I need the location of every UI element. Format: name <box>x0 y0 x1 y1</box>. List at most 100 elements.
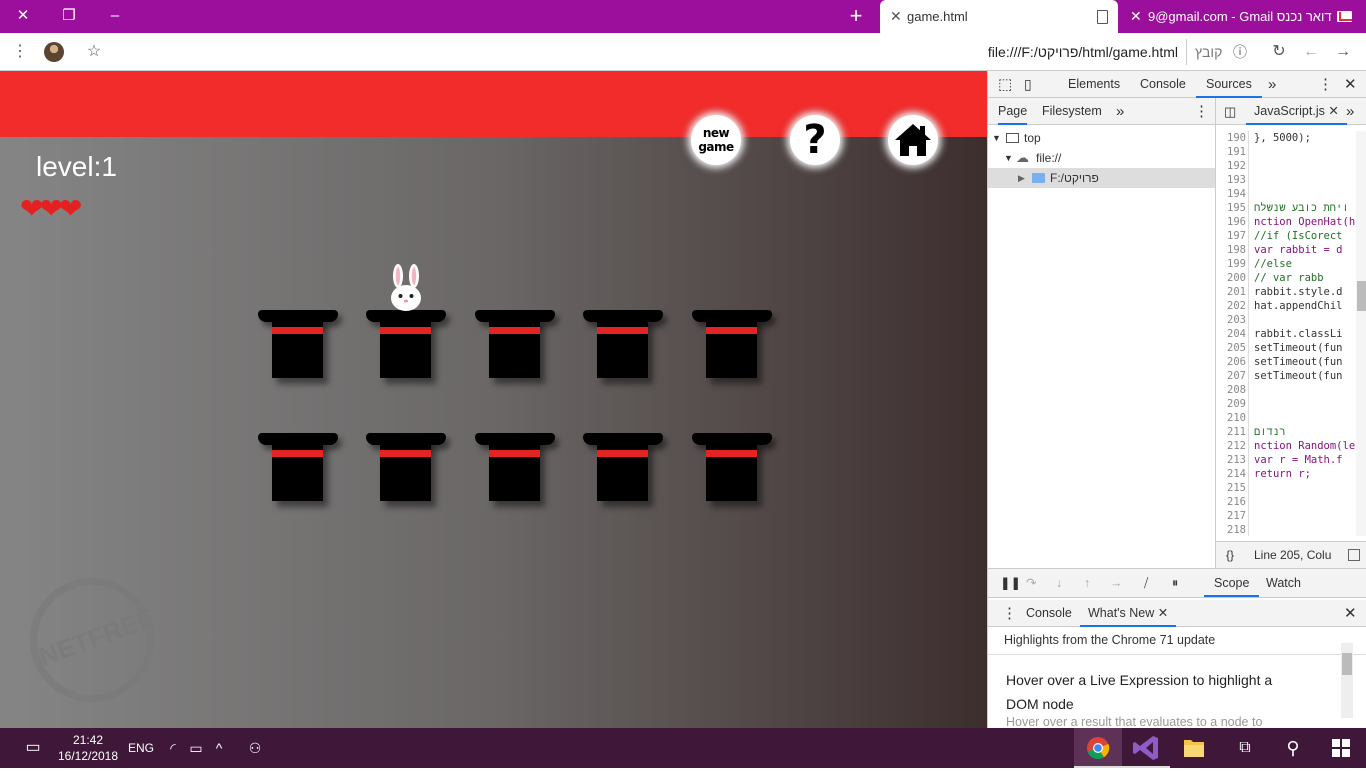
code-line[interactable]: 196 nction OpenHat(h <box>1216 215 1356 229</box>
line-number[interactable]: 209 <box>1216 397 1246 411</box>
line-number[interactable]: 190 <box>1216 131 1246 145</box>
code-line[interactable]: 204 rabbit.classLi <box>1216 327 1356 341</box>
hat[interactable] <box>583 310 663 380</box>
code-line[interactable]: 214 return r; <box>1216 467 1356 481</box>
reload-icon[interactable]: ↻ <box>1266 39 1292 65</box>
code-line[interactable]: 212 nction Random(le <box>1216 439 1356 453</box>
line-number[interactable]: 208 <box>1216 383 1246 397</box>
code-line[interactable]: 190}, 5000); <box>1216 131 1356 145</box>
start-button[interactable] <box>1328 728 1354 768</box>
line-number[interactable]: 205 <box>1216 341 1246 355</box>
line-number[interactable]: 196 <box>1216 215 1246 229</box>
pause-icon[interactable]: ❚❚ <box>1000 570 1021 597</box>
code-line[interactable]: 218 <box>1216 523 1356 536</box>
code-line[interactable]: 216 <box>1216 495 1356 509</box>
task-view-icon[interactable]: ⧉ <box>1232 728 1258 768</box>
code-line[interactable]: 200 // var rabb <box>1216 271 1356 285</box>
address-bar[interactable]: file:///F:/פרויקט/html/game.html <box>830 39 1178 65</box>
code-line[interactable]: 215 <box>1216 481 1356 495</box>
line-number[interactable]: 206 <box>1216 355 1246 369</box>
line-number[interactable]: 203 <box>1216 313 1246 327</box>
tree-item-top[interactable]: ▼ top <box>988 128 1215 148</box>
line-number[interactable]: 198 <box>1216 243 1246 257</box>
hat[interactable] <box>583 433 663 503</box>
star-icon[interactable]: ☆ <box>82 39 106 65</box>
battery-icon[interactable]: ▭ <box>186 728 206 768</box>
code-line[interactable]: 193 <box>1216 173 1356 187</box>
code-line[interactable]: 192 <box>1216 159 1356 173</box>
tab-close-icon[interactable]: ✕ <box>890 0 902 33</box>
tab-page[interactable]: Page <box>998 98 1028 125</box>
more-tabs-icon[interactable]: » <box>1346 98 1354 125</box>
line-number[interactable]: 201 <box>1216 285 1246 299</box>
hat[interactable] <box>475 310 555 380</box>
coverage-icon[interactable] <box>1348 549 1360 561</box>
step-over-icon[interactable]: ↷ <box>1026 570 1036 597</box>
line-number[interactable]: 202 <box>1216 299 1246 313</box>
line-number[interactable]: 218 <box>1216 523 1246 536</box>
pause-on-exceptions-icon[interactable]: ⏸ <box>1172 570 1178 597</box>
tab-close-icon[interactable]: ✕ <box>1130 0 1142 33</box>
line-number[interactable]: 195 <box>1216 201 1246 215</box>
hat[interactable] <box>692 433 772 503</box>
step-out-icon[interactable]: ↑ <box>1084 570 1090 597</box>
hat[interactable] <box>366 433 446 503</box>
close-icon[interactable]: ✕ <box>1328 104 1338 118</box>
code-line[interactable]: 213 var r = Math.f <box>1216 453 1356 467</box>
more-tabs-icon[interactable]: » <box>1268 71 1276 98</box>
home-button[interactable] <box>888 115 938 165</box>
code-line[interactable]: 197 //if (IsCorect <box>1216 229 1356 243</box>
close-drawer-icon[interactable]: ✕ <box>1344 600 1357 627</box>
inspect-icon[interactable]: ⬚ <box>998 71 1012 98</box>
code-line[interactable]: 199 //else <box>1216 257 1356 271</box>
search-icon[interactable]: ⚲ <box>1280 728 1306 768</box>
code-line[interactable]: 194 <box>1216 187 1356 201</box>
line-number[interactable]: 212 <box>1216 439 1246 453</box>
code-line[interactable]: 207 setTimeout(fun <box>1216 369 1356 383</box>
window-restore-button[interactable]: ❐ <box>46 0 92 33</box>
code-line[interactable]: 202 hat.appendChil <box>1216 299 1356 313</box>
tab-gmail[interactable]: ✕ 9@gmail.com - Gmail דואר נכנס <box>1122 0 1366 33</box>
line-number[interactable]: 193 <box>1216 173 1246 187</box>
step-into-icon[interactable]: ↓ <box>1056 570 1062 597</box>
line-number[interactable]: 200 <box>1216 271 1246 285</box>
line-number[interactable]: 213 <box>1216 453 1246 467</box>
tab-filesystem[interactable]: Filesystem <box>1042 98 1102 125</box>
help-button[interactable]: ? <box>790 115 840 165</box>
tree-item-folder[interactable]: ▶ F:/פרויקט <box>988 168 1215 188</box>
clock[interactable]: 21:42 16/12/2018 <box>56 728 120 768</box>
kebab-menu-icon[interactable]: ⋮ <box>1002 600 1017 627</box>
file-explorer-taskbar-button[interactable] <box>1170 728 1218 768</box>
kebab-menu-icon[interactable]: ⋮ <box>1194 98 1209 125</box>
line-number[interactable]: 194 <box>1216 187 1246 201</box>
chevron-up-icon[interactable]: ^ <box>210 728 228 768</box>
new-tab-button[interactable]: + <box>842 5 870 29</box>
tab-whats-new[interactable]: What's New ✕ <box>1080 600 1177 627</box>
code-line[interactable]: 198 var rabbit = d <box>1216 243 1356 257</box>
hat[interactable] <box>475 433 555 503</box>
drawer-scrollbar[interactable] <box>1341 643 1353 718</box>
tab-game[interactable]: ✕ game.html <box>880 0 1118 33</box>
line-number[interactable]: 215 <box>1216 481 1246 495</box>
close-devtools-icon[interactable]: ✕ <box>1344 71 1357 98</box>
window-close-button[interactable]: ✕ <box>0 0 46 33</box>
tab-scope[interactable]: Scope <box>1204 570 1260 597</box>
visual-studio-taskbar-button[interactable] <box>1122 728 1170 768</box>
line-number[interactable]: 192 <box>1216 159 1246 173</box>
line-number[interactable]: 199 <box>1216 257 1246 271</box>
editor-tab-javascript[interactable]: JavaScript.js ✕ <box>1246 98 1347 125</box>
code-line[interactable]: 210 <box>1216 411 1356 425</box>
tab-drawer-console[interactable]: Console <box>1026 600 1072 627</box>
code-line[interactable]: 195 ויחת כובע שנשלח <box>1216 201 1356 215</box>
tab-elements[interactable]: Elements <box>1068 71 1120 98</box>
info-icon[interactable]: ⓘ <box>1228 39 1252 65</box>
toggle-navigator-icon[interactable]: ◫ <box>1224 98 1236 125</box>
tree-item-file[interactable]: ▼ ☁ file:// <box>988 148 1215 168</box>
window-minimize-button[interactable]: – <box>92 0 138 33</box>
tab-console[interactable]: Console <box>1140 71 1186 98</box>
code-line[interactable]: 206 setTimeout(fun <box>1216 355 1356 369</box>
code-line[interactable]: 208 <box>1216 383 1356 397</box>
kebab-menu-icon[interactable]: ⋮ <box>1318 71 1333 98</box>
vertical-scrollbar[interactable] <box>1356 131 1366 536</box>
line-number[interactable]: 210 <box>1216 411 1246 425</box>
